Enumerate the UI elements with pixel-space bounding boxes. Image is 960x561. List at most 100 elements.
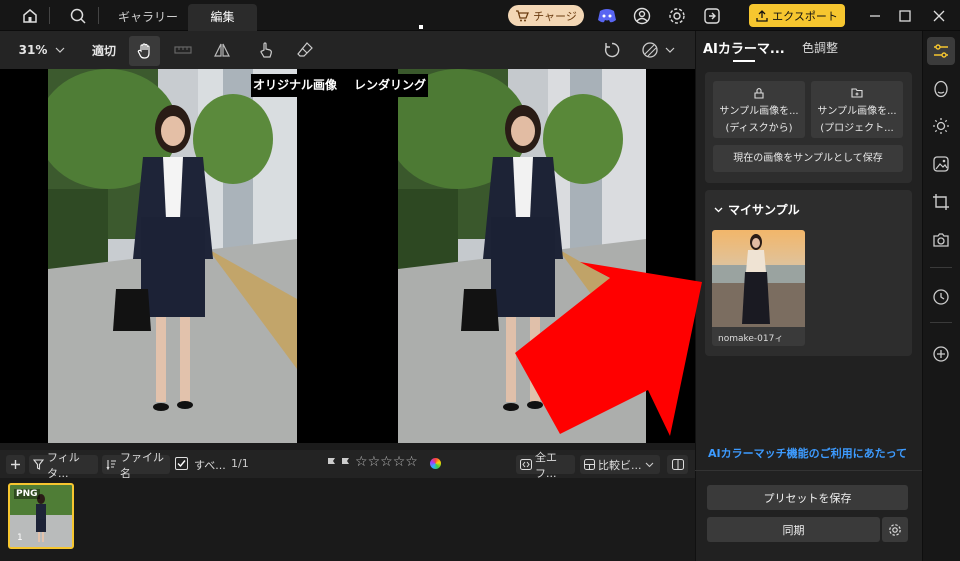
maximize-icon[interactable] — [894, 5, 916, 27]
compare-view-label: 比較ビ... — [598, 458, 642, 472]
settings-icon[interactable] — [666, 5, 688, 27]
sample-from-project-button[interactable]: サンプル画像を... (プロジェクト... — [811, 81, 903, 138]
image-adjust-icon[interactable] — [929, 152, 953, 176]
view-dropdown[interactable]: 全エフ... — [516, 451, 575, 480]
divider — [930, 267, 952, 268]
view-label: 全エフ... — [535, 450, 557, 480]
compare-view-dropdown[interactable]: 比較ビ... — [580, 455, 660, 474]
flag-icon[interactable] — [326, 457, 337, 469]
fit-button[interactable]: 適切 — [86, 31, 122, 69]
sync-button[interactable]: 同期 — [707, 517, 880, 542]
plus-icon — [10, 459, 21, 470]
sample-from-disk-button[interactable]: サンプル画像を... (ディスクから) — [713, 81, 805, 138]
color-label-icon[interactable] — [430, 458, 441, 469]
star-icon[interactable]: ☆ — [405, 454, 418, 470]
file-type-badge: PNG — [14, 489, 40, 499]
save-preset-button[interactable]: プリセットを保存 — [707, 485, 908, 510]
compare-dropdown[interactable] — [636, 31, 680, 69]
touch-icon[interactable] — [252, 31, 280, 69]
my-samples-title: マイサンプル — [728, 203, 800, 217]
ruler-icon[interactable] — [169, 31, 197, 69]
image-count: 1/1 — [231, 457, 249, 470]
my-samples-header[interactable]: マイサンプル — [714, 201, 800, 218]
select-all-checkbox[interactable] — [175, 457, 188, 470]
sample-project-line2: (プロジェクト... — [820, 123, 894, 134]
sample-disk-line1: サンプル画像を... — [719, 106, 799, 117]
sample-name: nomake-017ィ — [718, 334, 784, 344]
tab-edit[interactable]: 編集 — [188, 4, 257, 31]
gear-icon — [888, 523, 902, 537]
original-image-label: オリジナル画像 — [251, 74, 340, 97]
thumbnail-index: 1 — [17, 533, 23, 543]
original-image — [48, 69, 297, 443]
zoom-dropdown[interactable]: 31% — [14, 31, 70, 69]
sort-icon — [106, 459, 117, 470]
flag-group — [326, 457, 351, 469]
star-icon[interactable]: ☆ — [355, 454, 368, 470]
filmstrip — [0, 478, 695, 561]
reject-flag-icon[interactable] — [340, 457, 351, 469]
minimize-icon[interactable] — [864, 5, 886, 27]
divider — [49, 7, 50, 24]
import-icon[interactable] — [701, 5, 723, 27]
sample-card[interactable]: nomake-017ィ — [712, 230, 805, 346]
close-icon[interactable] — [928, 5, 950, 27]
face-icon[interactable] — [929, 77, 953, 101]
light-icon[interactable] — [929, 114, 953, 138]
export-button[interactable]: エクスポート — [749, 4, 845, 27]
sample-project-line1: サンプル画像を... — [817, 106, 897, 117]
hand-tool[interactable] — [129, 36, 160, 66]
chevron-down-icon — [645, 462, 654, 468]
star-icon[interactable]: ☆ — [380, 454, 393, 470]
split-view-button[interactable] — [667, 455, 688, 474]
code-icon — [520, 459, 532, 470]
add-button[interactable] — [6, 455, 25, 474]
account-icon[interactable] — [631, 5, 653, 27]
select-all-label: すべ... — [194, 459, 226, 472]
divider — [930, 322, 952, 323]
sync-settings-button[interactable] — [882, 517, 908, 542]
filter-label: フィルタ... — [47, 450, 80, 480]
tab-ai-color-match[interactable]: AIカラーマ... — [703, 38, 785, 57]
divider — [695, 470, 922, 471]
add-circle-icon[interactable] — [929, 342, 953, 366]
divider — [98, 7, 99, 24]
star-rating[interactable]: ☆ ☆ ☆ ☆ ☆ — [355, 454, 418, 470]
save-current-as-sample-button[interactable]: 現在の画像をサンプルとして保存 — [713, 145, 903, 172]
home-icon[interactable] — [19, 5, 41, 27]
flip-icon[interactable] — [208, 31, 236, 69]
zoom-value: 31% — [18, 43, 48, 57]
ai-color-match-info-link[interactable]: AIカラーマッチ機能のご利用にあたって — [708, 445, 907, 461]
red-arrow-annotation — [510, 258, 705, 438]
history-icon[interactable] — [929, 285, 953, 309]
cart-icon — [515, 9, 530, 22]
eraser-icon[interactable] — [291, 31, 319, 69]
sort-label: ファイル名 — [120, 450, 164, 480]
charge-button[interactable]: チャージ — [508, 5, 584, 26]
charge-label: チャージ — [533, 9, 577, 23]
adjust-sliders-icon[interactable] — [927, 37, 955, 65]
undo-icon[interactable] — [598, 31, 626, 69]
hand-icon — [136, 42, 154, 60]
star-icon[interactable]: ☆ — [368, 454, 381, 470]
active-tab-indicator — [733, 60, 755, 62]
sort-button[interactable]: ファイル名 — [102, 451, 170, 480]
chevron-down-icon — [714, 207, 723, 213]
disk-icon — [713, 87, 805, 99]
discord-icon[interactable] — [596, 5, 618, 27]
folder-add-icon — [811, 87, 903, 99]
tab-gallery[interactable]: ギャラリー — [110, 4, 186, 31]
filter-button[interactable]: フィルタ... — [29, 451, 98, 480]
search-icon[interactable] — [67, 5, 89, 27]
crop-icon[interactable] — [929, 190, 953, 214]
camera-icon[interactable] — [929, 228, 953, 252]
tab-color-adjust[interactable]: 色調整 — [802, 39, 838, 56]
split-view-icon — [671, 459, 684, 470]
filter-icon — [33, 459, 44, 470]
sample-disk-line2: (ディスクから) — [725, 123, 793, 134]
overlay-icon — [641, 41, 659, 59]
chevron-down-icon — [55, 47, 65, 53]
star-icon[interactable]: ☆ — [393, 454, 406, 470]
export-icon — [756, 9, 768, 22]
cursor-mark — [419, 25, 423, 29]
